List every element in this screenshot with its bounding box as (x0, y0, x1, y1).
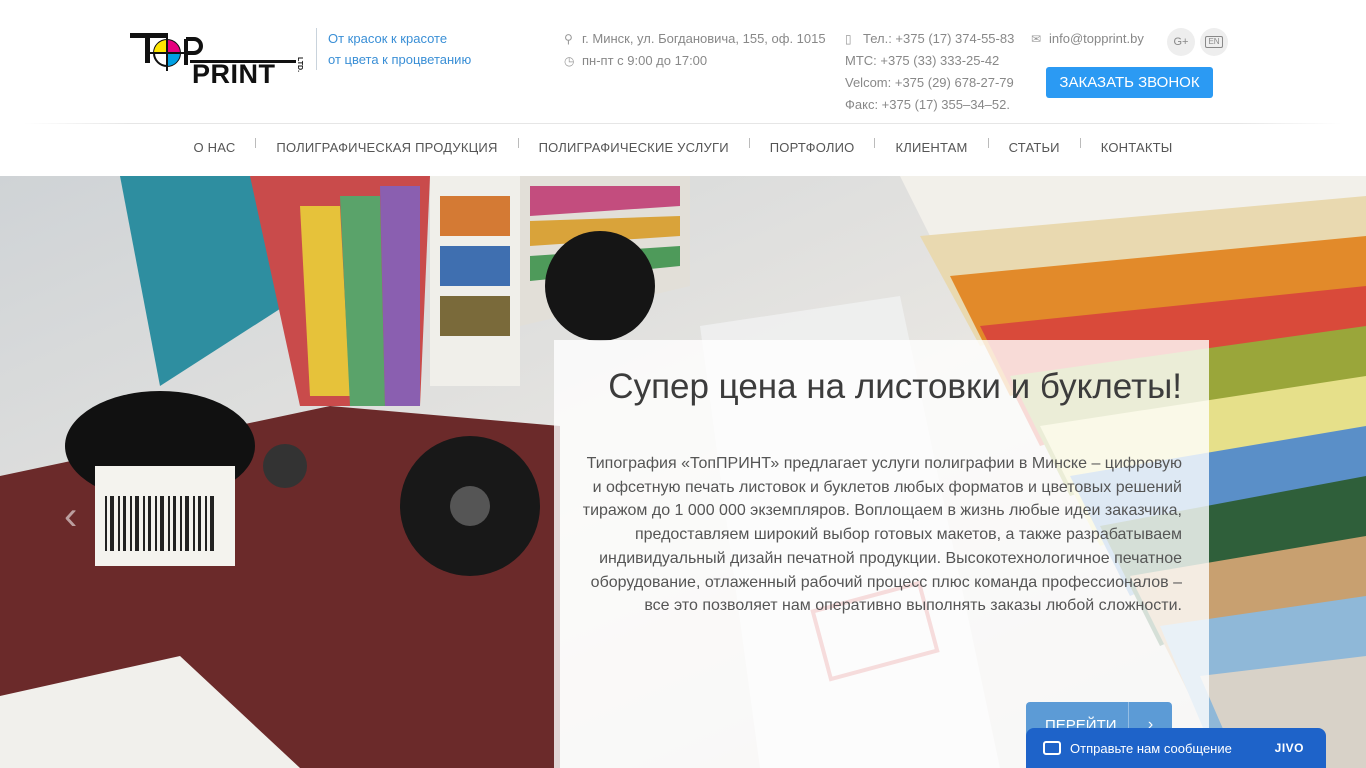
nav-item-portfolio[interactable]: ПОРТФОЛИО (750, 138, 875, 158)
nav-item-services[interactable]: ПОЛИГРАФИЧЕСКИЕ УСЛУГИ (519, 138, 749, 158)
location-pin-icon: ⚲ (564, 32, 573, 46)
message-icon (1043, 741, 1061, 755)
google-plus-icon[interactable]: G+ (1167, 28, 1195, 56)
tagline-line-2: от цвета к процветанию (328, 52, 472, 67)
nav-item-articles[interactable]: СТАТЬИ (989, 138, 1080, 158)
phone-fax: Факс: +375 (17) 355–34–52. (845, 97, 1010, 112)
chat-widget[interactable]: Отправьте нам сообщение JIVO (1026, 728, 1326, 768)
address-text: г. Минск, ул. Богдановича, 155, оф. 1015 (582, 31, 826, 46)
tagline: От красок к красоте от цвета к процветан… (316, 28, 471, 70)
working-hours: пн-пт с 9:00 до 17:00 (582, 53, 708, 68)
site-header: PRINT LTD. От красок к красоте от цвета … (0, 0, 1366, 176)
phone-landline[interactable]: Тел.: +375 (17) 374-55-83 (863, 28, 1014, 50)
topprint-logo[interactable]: PRINT LTD. (128, 29, 306, 87)
phone-icon: ▯ (845, 32, 852, 46)
hero-card: Супер цена на листовки и буклеты! Типогр… (554, 340, 1209, 768)
phones-block: ▯ Тел.: +375 (17) 374-55-83 МТС: +375 (3… (845, 28, 1014, 116)
email-link[interactable]: info@topprint.by (1049, 28, 1144, 50)
svg-text:LTD.: LTD. (296, 57, 303, 72)
tagline-line-1: От красок к красоте (328, 31, 448, 46)
hero-slider: ‹ Супер цена на листовки и буклеты! Типо… (0, 176, 1366, 768)
envelope-icon: ✉ (1031, 32, 1042, 46)
svg-text:PRINT: PRINT (192, 59, 276, 87)
header-divider (24, 123, 1342, 124)
slider-prev-arrow[interactable]: ‹ (64, 494, 77, 539)
email-block: ✉ info@topprint.by (1031, 28, 1144, 50)
hero-title: Супер цена на листовки и буклеты! (608, 367, 1182, 406)
language-label: EN (1205, 36, 1223, 48)
order-call-button[interactable]: ЗАКАЗАТЬ ЗВОНОК (1046, 67, 1213, 98)
chat-label: Отправьте нам сообщение (1070, 740, 1232, 756)
phone-mts[interactable]: МТС: +375 (33) 333-25-42 (845, 50, 999, 72)
address-block: ⚲ г. Минск, ул. Богдановича, 155, оф. 10… (564, 28, 826, 72)
language-switch[interactable]: EN (1200, 28, 1228, 56)
clock-icon: ◷ (564, 54, 575, 68)
chat-brand: JIVO (1274, 741, 1304, 755)
nav-item-clients[interactable]: КЛИЕНТАМ (875, 138, 987, 158)
google-plus-label: G+ (1173, 36, 1189, 48)
nav-item-about[interactable]: О НАС (174, 138, 256, 158)
hero-description: Типография «ТопПРИНТ» предлагает услуги … (582, 455, 1182, 615)
phone-velcom[interactable]: Velcom: +375 (29) 678-27-79 (845, 72, 1014, 94)
main-nav: О НАС ПОЛИГРАФИЧЕСКАЯ ПРОДУКЦИЯ ПОЛИГРАФ… (0, 138, 1366, 158)
nav-item-products[interactable]: ПОЛИГРАФИЧЕСКАЯ ПРОДУКЦИЯ (256, 138, 517, 158)
nav-item-contacts[interactable]: КОНТАКТЫ (1081, 138, 1193, 158)
